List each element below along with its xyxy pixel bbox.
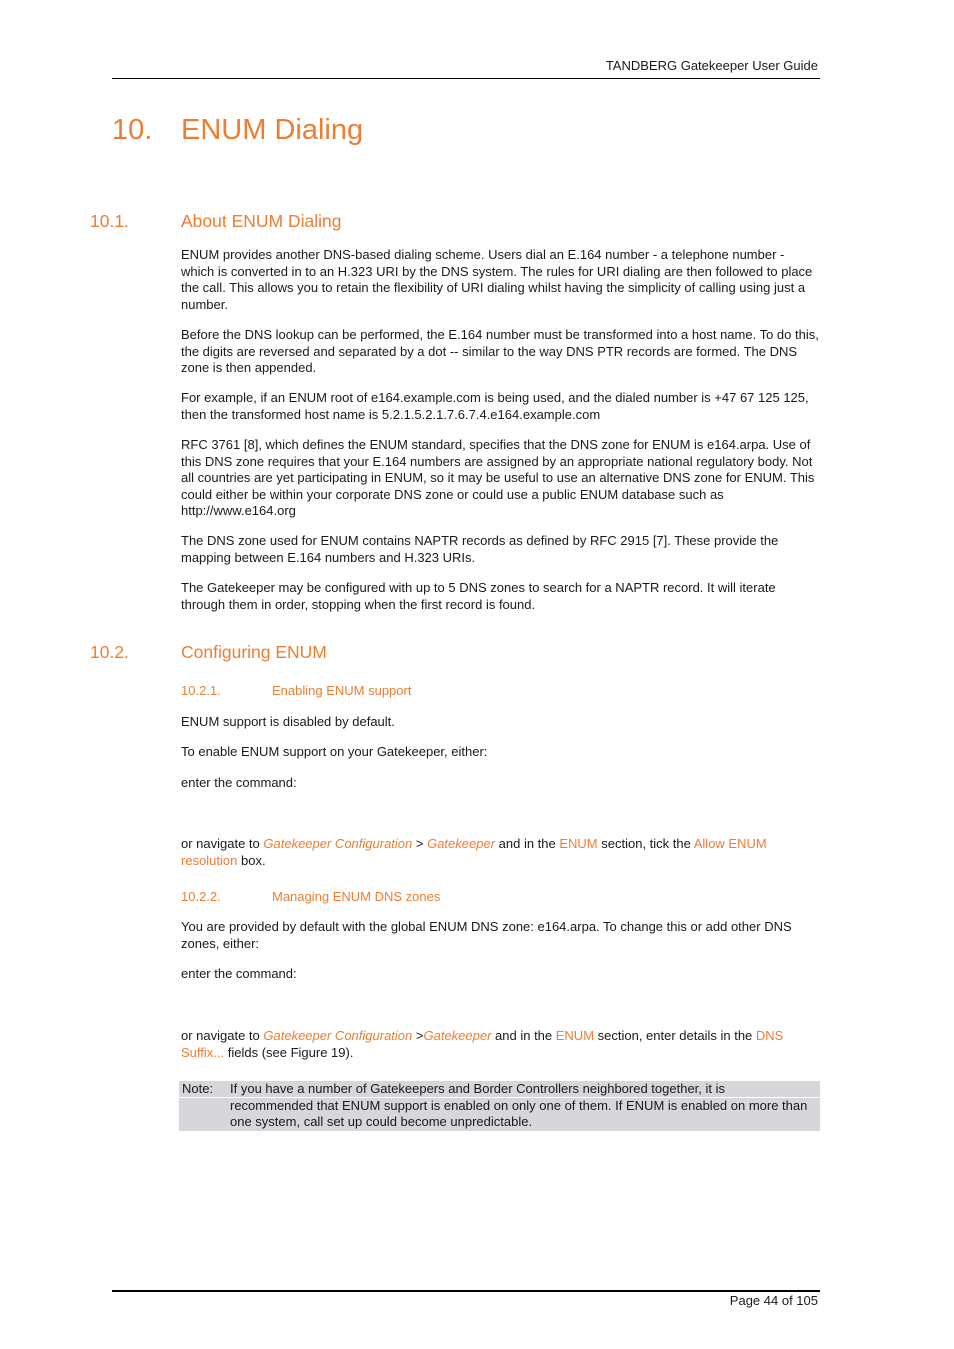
paragraph: To enable ENUM support on your Gatekeepe…	[181, 744, 488, 759]
note-row: recommended that ENUM support is enabled…	[179, 1098, 820, 1130]
subsection-title: Enabling ENUM support	[272, 683, 412, 698]
text: and in the	[491, 1028, 556, 1043]
paragraph: ENUM provides another DNS-based dialing …	[181, 247, 813, 312]
footer-rule	[112, 1290, 820, 1292]
navigation-instructions: or navigate to Gatekeeper Configuration …	[181, 836, 821, 869]
text: >	[412, 1028, 424, 1043]
link-gatekeeper-configuration[interactable]: Gatekeeper Configuration	[263, 1028, 412, 1043]
section-title: About ENUM Dialing	[181, 211, 342, 231]
paragraph: Before the DNS lookup can be performed, …	[181, 327, 819, 376]
note-text: If you have a number of Gatekeepers and …	[230, 1081, 726, 1096]
text: section, tick the	[597, 836, 694, 851]
section-number: 10.1.	[90, 211, 129, 231]
chapter-title-text: ENUM Dialing	[181, 114, 364, 146]
link-gatekeeper-configuration[interactable]: Gatekeeper Configuration	[263, 836, 412, 851]
section-title: Configuring ENUM	[181, 642, 327, 662]
text: >	[412, 836, 428, 851]
text: fields (see Figure 19).	[224, 1044, 354, 1060]
paragraph: enter the command:	[181, 775, 297, 790]
chapter-number: 10.	[112, 114, 153, 146]
note-label-spacer	[179, 1098, 230, 1130]
header-rule	[112, 78, 820, 79]
section-heading-about: 10.1. About ENUM Dialing	[90, 211, 341, 232]
text: or navigate to	[181, 1028, 264, 1043]
field-ref-enum-section: ENUM	[555, 1028, 595, 1043]
subsection-number: 10.2.2.	[181, 889, 221, 904]
subsection-heading-enabling: 10.2.1. Enabling ENUM support	[181, 683, 411, 698]
note-row: Note: If you have a number of Gatekeeper…	[179, 1081, 820, 1099]
text: box.	[237, 852, 266, 868]
link-gatekeeper[interactable]: Gatekeeper	[423, 1028, 491, 1043]
text: section, enter details in the	[594, 1028, 756, 1043]
paragraph: For example, if an ENUM root of e164.exa…	[181, 390, 809, 422]
note-label: Note:	[182, 1081, 214, 1096]
section-heading-configuring: 10.2. Configuring ENUM	[90, 642, 327, 663]
navigation-instructions: or navigate to Gatekeeper Configuration …	[181, 1028, 821, 1061]
paragraph: The DNS zone used for ENUM contains NAPT…	[181, 533, 779, 565]
paragraph: You are provided by default with the glo…	[181, 919, 792, 951]
paragraph: ENUM support is disabled by default.	[181, 714, 395, 729]
section-number: 10.2.	[90, 642, 129, 662]
page-number: Page 44 of 105	[729, 1293, 818, 1308]
text: or navigate to	[181, 836, 264, 851]
text: and in the	[495, 836, 560, 851]
running-header: TANDBERG Gatekeeper User Guide	[605, 58, 818, 73]
paragraph: The Gatekeeper may be configured with up…	[181, 580, 776, 612]
subsection-number: 10.2.1.	[181, 683, 221, 698]
link-gatekeeper[interactable]: Gatekeeper	[427, 836, 495, 851]
paragraph: RFC 3761 [8], which defines the ENUM sta…	[181, 437, 815, 519]
chapter-title: 10. ENUM Dialing	[112, 114, 363, 147]
note-text: recommended that ENUM support is enabled…	[230, 1098, 808, 1130]
note-box: Note: If you have a number of Gatekeeper…	[179, 1081, 820, 1131]
subsection-heading-managing: 10.2.2. Managing ENUM DNS zones	[181, 889, 440, 904]
paragraph: enter the command:	[181, 966, 297, 981]
subsection-title: Managing ENUM DNS zones	[272, 889, 441, 904]
field-ref-enum-section: ENUM	[559, 836, 598, 851]
